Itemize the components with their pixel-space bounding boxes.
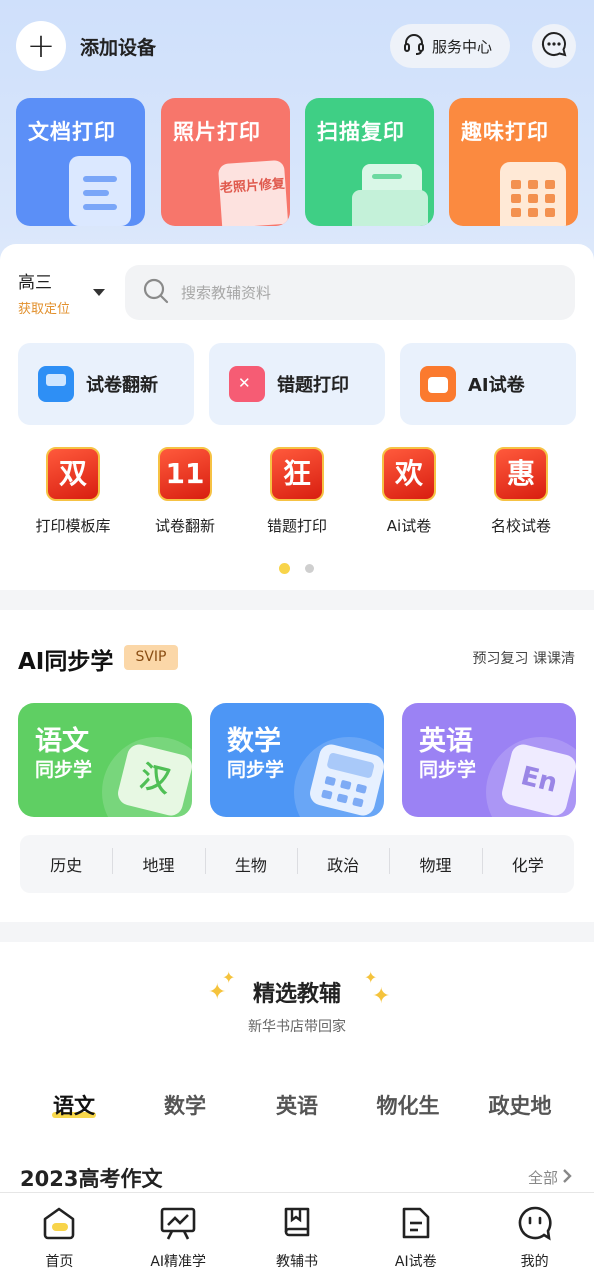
section-title: 2023高考作文 bbox=[20, 1167, 163, 1191]
promo-item[interactable]: 11 试卷翻新 bbox=[135, 447, 235, 536]
document-print-card[interactable]: 文档打印 bbox=[16, 98, 145, 226]
promo-item[interactable]: 双 打印模板库 bbox=[23, 447, 123, 536]
scan-copy-label: 扫描复印 bbox=[317, 120, 405, 144]
nav-home-label: 首页 bbox=[45, 1254, 74, 1270]
pager-dot-active[interactable] bbox=[279, 563, 290, 574]
subjects-row: 历史 地理 生物 政治 物理 化学 bbox=[20, 835, 574, 893]
nav-ai-learn[interactable]: AI精准学 bbox=[119, 1193, 238, 1280]
headset-icon bbox=[402, 32, 426, 60]
svip-badge: SVIP bbox=[124, 645, 178, 670]
tab-humanities[interactable]: 政史地 bbox=[465, 1090, 575, 1120]
home-icon bbox=[41, 1205, 77, 1245]
plus-icon: + bbox=[26, 26, 56, 66]
promo-label: 错题打印 bbox=[266, 517, 327, 535]
promo-badge-icon: 惠 bbox=[494, 447, 548, 501]
message-button[interactable] bbox=[532, 24, 576, 68]
chart-board-icon bbox=[159, 1205, 197, 1245]
subject-geography[interactable]: 地理 bbox=[112, 848, 204, 876]
subject-biology[interactable]: 生物 bbox=[204, 848, 297, 876]
search-bar[interactable] bbox=[125, 265, 575, 320]
promo-item[interactable]: 惠 名校试卷 bbox=[471, 447, 571, 536]
add-device-label[interactable]: 添加设备 bbox=[80, 33, 156, 60]
featured-subtitle: 新华书店带回家 bbox=[248, 1019, 346, 1035]
promo-badge-icon: 11 bbox=[158, 447, 212, 501]
grade-selector[interactable]: 高三 bbox=[18, 268, 52, 293]
document-print-label: 文档打印 bbox=[28, 120, 116, 144]
exam-refresh-icon bbox=[38, 366, 74, 402]
add-device-button[interactable]: + bbox=[16, 21, 66, 71]
ai-sync-title: AI同步学 bbox=[18, 649, 114, 675]
chevron-down-icon[interactable] bbox=[93, 289, 105, 296]
profile-face-icon bbox=[517, 1205, 553, 1245]
ai-paper-icon bbox=[420, 366, 456, 402]
pager-dot[interactable] bbox=[305, 564, 314, 573]
tab-math[interactable]: 数学 bbox=[130, 1090, 240, 1120]
wrong-question-tool[interactable]: ✕ 错题打印 bbox=[209, 343, 385, 425]
exam-refresh-label: 试卷翻新 bbox=[86, 375, 158, 396]
chevron-right-icon bbox=[562, 1168, 572, 1188]
bottom-nav: 首页 AI精准学 教辅书 AI试卷 我的 bbox=[0, 1192, 594, 1280]
chat-bubble-icon bbox=[540, 30, 568, 62]
service-center-button[interactable]: 服务中心 bbox=[390, 24, 510, 68]
promo-label: Ai试卷 bbox=[386, 517, 432, 535]
chinese-card-sub: 同步学 bbox=[35, 759, 93, 781]
scanner-icon bbox=[352, 164, 428, 226]
english-sync-card[interactable]: 英语 同步学 En bbox=[402, 703, 576, 817]
nav-ai-paper-label: AI试卷 bbox=[394, 1254, 437, 1270]
nav-books[interactable]: 教辅书 bbox=[238, 1193, 357, 1280]
nav-home[interactable]: 首页 bbox=[0, 1193, 119, 1280]
ai-paper-label: AI试卷 bbox=[468, 375, 525, 396]
nav-profile[interactable]: 我的 bbox=[475, 1193, 594, 1280]
exam-refresh-tool[interactable]: 试卷翻新 bbox=[18, 343, 194, 425]
promo-label: 名校试卷 bbox=[490, 517, 551, 535]
fun-print-card[interactable]: 趣味打印 bbox=[449, 98, 578, 226]
promo-item[interactable]: 欢 Ai试卷 bbox=[359, 447, 459, 536]
tab-english[interactable]: 英语 bbox=[242, 1090, 352, 1120]
subject-politics[interactable]: 政治 bbox=[296, 848, 389, 876]
featured-title: 精选教辅 bbox=[252, 982, 341, 1007]
subject-physics[interactable]: 物理 bbox=[389, 848, 481, 876]
nav-ai-learn-label: AI精准学 bbox=[150, 1254, 207, 1270]
english-card-name: 英语 bbox=[419, 726, 473, 757]
math-sync-card[interactable]: 数学 同步学 bbox=[210, 703, 384, 817]
promo-item[interactable]: 狂 错题打印 bbox=[247, 447, 347, 536]
tab-chinese[interactable]: 语文 bbox=[19, 1090, 129, 1120]
tab-science[interactable]: 物化生 bbox=[353, 1090, 463, 1120]
subject-history[interactable]: 历史 bbox=[20, 852, 112, 876]
view-all-label: 全部 bbox=[527, 1169, 558, 1187]
photo-print-card[interactable]: 照片打印 老照片修复 bbox=[161, 98, 290, 226]
fun-print-label: 趣味打印 bbox=[461, 120, 549, 144]
photo-print-label: 照片打印 bbox=[173, 120, 261, 144]
service-center-label: 服务中心 bbox=[432, 37, 493, 56]
view-all-link[interactable]: 全部 bbox=[528, 1167, 572, 1188]
get-location-link[interactable]: 获取定位 bbox=[18, 298, 70, 317]
subject-chemistry[interactable]: 化学 bbox=[481, 848, 574, 876]
chinese-sync-card[interactable]: 语文 同步学 汉 bbox=[18, 703, 192, 817]
wrong-question-label: 错题打印 bbox=[277, 375, 349, 396]
ai-paper-tool[interactable]: AI试卷 bbox=[400, 343, 576, 425]
document-icon bbox=[399, 1205, 433, 1245]
document-icon bbox=[69, 156, 131, 226]
nav-ai-paper[interactable]: AI试卷 bbox=[356, 1193, 475, 1280]
math-card-sub: 同步学 bbox=[227, 759, 285, 781]
promo-badge-icon: 双 bbox=[46, 447, 100, 501]
promo-label: 打印模板库 bbox=[35, 517, 111, 535]
nav-books-label: 教辅书 bbox=[275, 1254, 318, 1270]
nav-profile-label: 我的 bbox=[520, 1254, 549, 1270]
promo-label: 试卷翻新 bbox=[154, 517, 215, 535]
search-input[interactable] bbox=[181, 283, 541, 302]
promo-badge-icon: 欢 bbox=[382, 447, 436, 501]
scan-copy-card[interactable]: 扫描复印 bbox=[305, 98, 434, 226]
photo-restore-art-text: 老照片修复 bbox=[219, 176, 286, 197]
chinese-card-name: 语文 bbox=[35, 726, 89, 757]
book-icon bbox=[279, 1205, 315, 1245]
photo-restore-art: 老照片修复 bbox=[217, 159, 289, 226]
calendar-icon bbox=[500, 162, 566, 226]
ai-sync-subtitle: 预习复习 课课清 bbox=[472, 651, 575, 667]
english-card-sub: 同步学 bbox=[419, 759, 477, 781]
math-card-name: 数学 bbox=[227, 726, 281, 757]
wrong-question-icon: ✕ bbox=[229, 366, 265, 402]
search-icon bbox=[143, 278, 169, 308]
promo-badge-icon: 狂 bbox=[270, 447, 324, 501]
